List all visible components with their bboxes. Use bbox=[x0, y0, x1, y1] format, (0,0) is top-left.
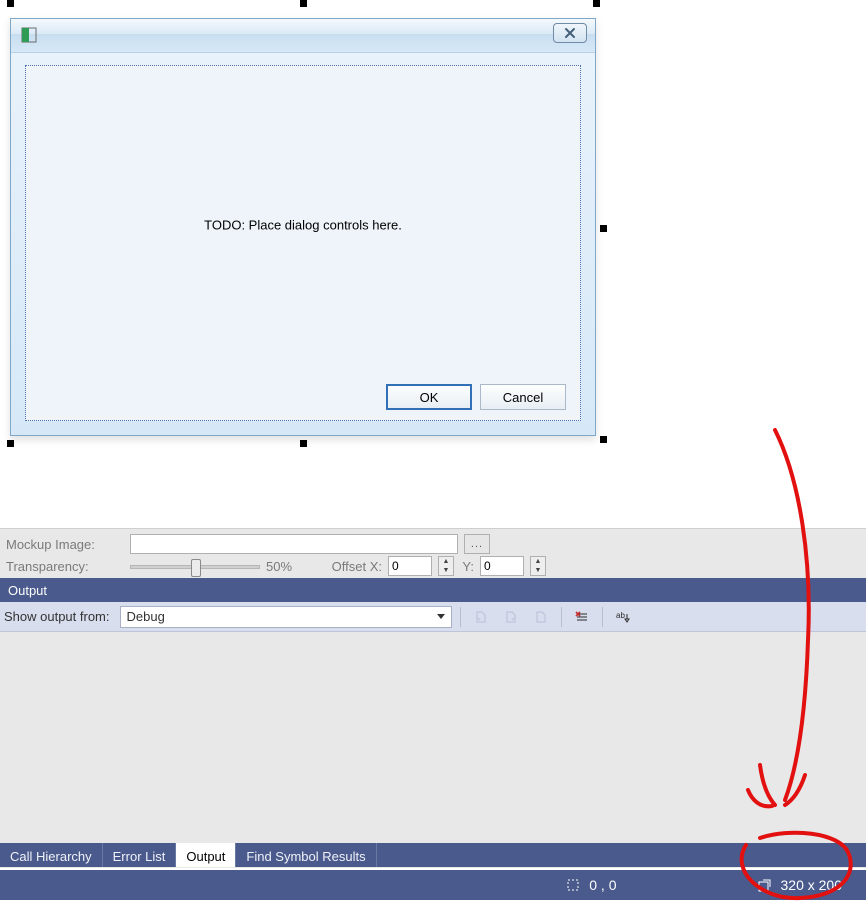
selection-handle[interactable] bbox=[600, 225, 607, 232]
selection-handle[interactable] bbox=[7, 440, 14, 447]
ellipsis-icon: ... bbox=[471, 538, 483, 550]
offset-x-input[interactable] bbox=[388, 556, 432, 576]
tab-label: Call Hierarchy bbox=[10, 849, 92, 864]
selection-handle[interactable] bbox=[600, 436, 607, 443]
output-toolbar: Show output from: Debug bbox=[0, 602, 866, 632]
size-icon bbox=[757, 877, 773, 893]
crop-icon bbox=[565, 877, 581, 893]
dialog-client-area[interactable]: TODO: Place dialog controls here. OK Can… bbox=[25, 65, 581, 421]
output-source-selected: Debug bbox=[127, 609, 165, 624]
toggle-word-wrap-button[interactable]: ab bbox=[611, 606, 635, 628]
ok-button[interactable]: OK bbox=[386, 384, 472, 410]
selection-handle[interactable] bbox=[300, 0, 307, 7]
tab-error-list[interactable]: Error List bbox=[103, 843, 177, 867]
previous-message-icon bbox=[473, 609, 489, 625]
find-message-prev-button[interactable] bbox=[469, 606, 493, 628]
offset-y-input[interactable] bbox=[480, 556, 524, 576]
tab-label: Output bbox=[186, 849, 225, 864]
output-panel-title[interactable]: Output bbox=[0, 578, 866, 602]
app-icon bbox=[21, 27, 37, 43]
mockup-image-label: Mockup Image: bbox=[6, 537, 124, 552]
dialog-designer-canvas[interactable]: TODO: Place dialog controls here. OK Can… bbox=[0, 0, 866, 528]
cancel-button-label: Cancel bbox=[503, 390, 543, 405]
offset-x-spinner[interactable]: ▲▼ bbox=[438, 556, 454, 576]
clear-all-icon bbox=[574, 609, 590, 625]
dialog-titlebar[interactable] bbox=[11, 19, 595, 53]
toolbar-separator bbox=[460, 607, 461, 627]
find-message-button[interactable] bbox=[529, 606, 553, 628]
tab-label: Error List bbox=[113, 849, 166, 864]
dialog-window[interactable]: TODO: Place dialog controls here. OK Can… bbox=[10, 18, 596, 436]
dialog-placeholder-text: TODO: Place dialog controls here. bbox=[204, 218, 402, 233]
ok-button-label: OK bbox=[420, 390, 439, 405]
tab-find-symbol-results[interactable]: Find Symbol Results bbox=[236, 843, 376, 867]
transparency-label: Transparency: bbox=[6, 559, 124, 574]
cancel-button[interactable]: Cancel bbox=[480, 384, 566, 410]
offset-y-spinner[interactable]: ▲▼ bbox=[530, 556, 546, 576]
offset-y-label: Y: bbox=[460, 559, 474, 574]
mockup-image-path-input[interactable] bbox=[130, 534, 458, 554]
svg-text:ab: ab bbox=[616, 611, 625, 620]
selection-handle[interactable] bbox=[593, 0, 600, 7]
status-bar: 0 , 0 320 x 200 bbox=[0, 870, 866, 900]
output-source-combo[interactable]: Debug bbox=[120, 606, 452, 628]
tab-call-hierarchy[interactable]: Call Hierarchy bbox=[0, 843, 103, 867]
toolbar-separator bbox=[602, 607, 603, 627]
status-position-text: 0 , 0 bbox=[589, 877, 616, 893]
dialog-close-button[interactable] bbox=[553, 23, 587, 43]
transparency-value: 50% bbox=[266, 559, 306, 574]
output-panel-title-label: Output bbox=[8, 583, 47, 598]
selection-handle[interactable] bbox=[300, 440, 307, 447]
status-size-text: 320 x 200 bbox=[781, 877, 843, 893]
next-message-icon bbox=[503, 609, 519, 625]
toggle-word-wrap-icon: ab bbox=[615, 609, 631, 625]
tab-label: Find Symbol Results bbox=[246, 849, 365, 864]
output-text-area[interactable] bbox=[0, 632, 866, 837]
status-position: 0 , 0 bbox=[565, 877, 616, 893]
toolbar-separator bbox=[561, 607, 562, 627]
clear-all-button[interactable] bbox=[570, 606, 594, 628]
selection-handle[interactable] bbox=[7, 0, 14, 7]
bottom-tabstrip: Call Hierarchy Error List Output Find Sy… bbox=[0, 843, 866, 867]
output-panel: Output Show output from: Debug bbox=[0, 578, 866, 868]
chevron-down-icon bbox=[437, 614, 445, 619]
offset-x-label: Offset X: bbox=[312, 559, 382, 574]
previous-message-icon-2 bbox=[533, 609, 549, 625]
mockup-properties-strip: Mockup Image: ... Transparency: 50% Offs… bbox=[0, 528, 866, 578]
find-message-next-button[interactable] bbox=[499, 606, 523, 628]
status-size: 320 x 200 bbox=[757, 877, 843, 893]
show-output-from-label: Show output from: bbox=[4, 609, 110, 624]
transparency-slider[interactable] bbox=[130, 565, 260, 569]
mockup-browse-button[interactable]: ... bbox=[464, 534, 490, 554]
slider-thumb[interactable] bbox=[191, 559, 201, 577]
close-icon bbox=[563, 27, 577, 39]
tab-output[interactable]: Output bbox=[176, 843, 236, 867]
